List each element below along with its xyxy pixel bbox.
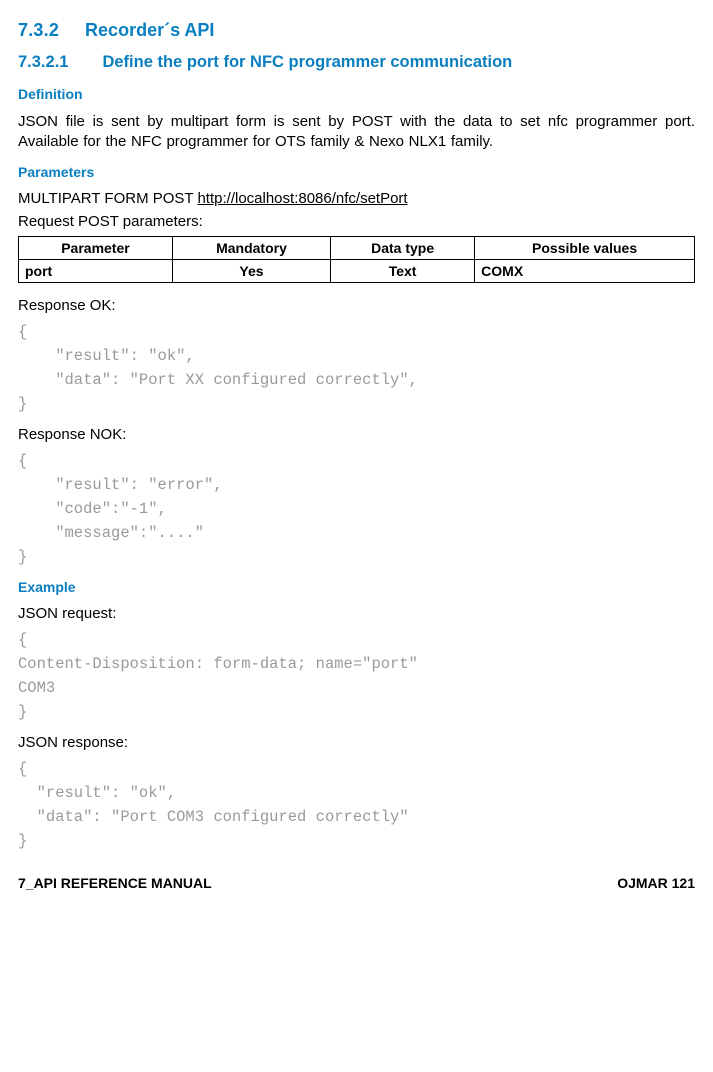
section-heading: 7.3.2 Recorder´s API [18,20,695,41]
json-request-label: JSON request: [18,605,695,622]
col-mandatory: Mandatory [172,236,330,259]
footer-right: OJMAR 121 [617,875,695,891]
json-request-code: { Content-Disposition: form-data; name="… [18,628,695,724]
subsection-heading: 7.3.2.1 Define the port for NFC programme… [18,53,695,72]
response-ok-code: { "result": "ok", "data": "Port XX confi… [18,320,695,416]
col-datatype: Data type [331,236,475,259]
example-label: Example [18,579,695,595]
footer-left: 7_API REFERENCE MANUAL [18,875,212,891]
parameters-table: Parameter Mandatory Data type Possible v… [18,236,695,283]
page-footer: 7_API REFERENCE MANUAL OJMAR 121 [18,875,695,891]
request-params-label: Request POST parameters: [18,213,695,230]
col-values: Possible values [475,236,695,259]
parameters-label: Parameters [18,164,695,180]
col-parameter: Parameter [19,236,173,259]
table-header-row: Parameter Mandatory Data type Possible v… [19,236,695,259]
section-number: 7.3.2 [18,20,59,41]
cell-param: port [19,259,173,282]
definition-text: JSON file is sent by multipart form is s… [18,112,695,152]
cell-values: COMX [475,259,695,282]
method-text: MULTIPART FORM POST [18,190,197,207]
cell-datatype: Text [331,259,475,282]
json-response-label: JSON response: [18,734,695,751]
endpoint-url: http://localhost:8086/nfc/setPort [197,190,407,207]
response-nok-code: { "result": "error", "code":"-1", "messa… [18,449,695,569]
subsection-title: Define the port for NFC programmer commu… [102,53,512,71]
definition-label: Definition [18,86,695,102]
response-ok-label: Response OK: [18,297,695,314]
response-nok-label: Response NOK: [18,426,695,443]
table-row: port Yes Text COMX [19,259,695,282]
json-response-code: { "result": "ok", "data": "Port COM3 con… [18,757,695,853]
method-line: MULTIPART FORM POST http://localhost:808… [18,190,695,207]
subsection-number: 7.3.2.1 [18,53,68,72]
section-title: Recorder´s API [85,20,214,40]
cell-mandatory: Yes [172,259,330,282]
